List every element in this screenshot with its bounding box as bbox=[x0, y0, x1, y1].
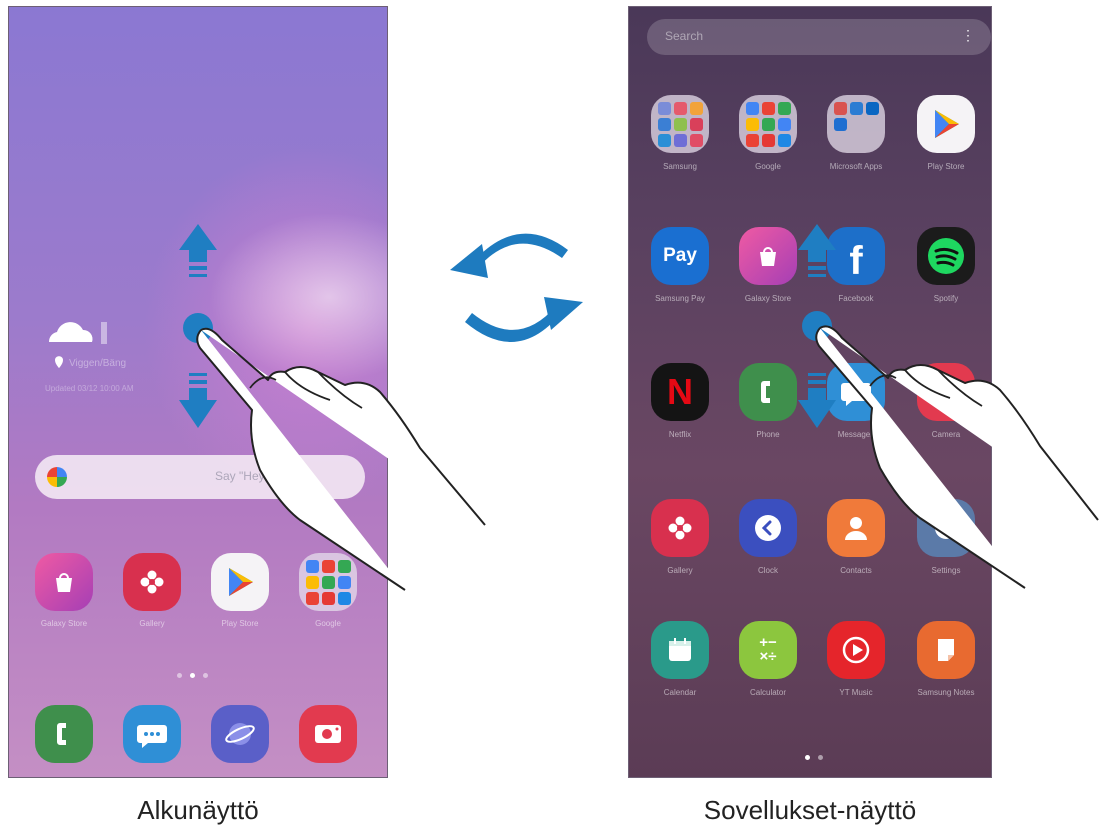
google-icon bbox=[47, 467, 67, 487]
microsoft-folder[interactable] bbox=[827, 95, 885, 153]
app-label: Galaxy Store bbox=[744, 294, 792, 303]
page-indicator bbox=[805, 755, 823, 760]
app-label: Google bbox=[315, 619, 341, 628]
apps-screen: Search ⋮ Samsung Google Microsoft Apps P… bbox=[628, 6, 992, 778]
app-label: Play Store bbox=[221, 619, 259, 628]
app-label: Phone bbox=[756, 430, 780, 439]
calculator-icon: +− ×÷ bbox=[759, 634, 777, 665]
app-label: Facebook bbox=[838, 294, 874, 303]
samsung-folder[interactable] bbox=[651, 95, 709, 153]
play-store-icon bbox=[229, 568, 253, 596]
internet-app[interactable] bbox=[211, 705, 269, 763]
app-label: Microsoft Apps bbox=[829, 162, 883, 171]
internet-icon bbox=[225, 723, 255, 745]
google-search-placeholder: Say "Hey Google" bbox=[215, 469, 311, 483]
app-label: Calculator bbox=[749, 688, 786, 697]
weather-updated: Updated 03/12 10:00 AM bbox=[45, 384, 134, 393]
play-store-app[interactable] bbox=[917, 95, 975, 153]
play-store-icon bbox=[935, 110, 959, 138]
galaxy-store-app[interactable] bbox=[739, 227, 797, 285]
home-screen: Viggen/Bäng Updated 03/12 10:00 AM Say "… bbox=[8, 6, 388, 778]
location-pin-icon bbox=[55, 356, 63, 368]
phone-icon bbox=[761, 381, 770, 403]
messages-app[interactable] bbox=[827, 363, 885, 421]
facebook-app[interactable]: f bbox=[827, 227, 885, 285]
camera-icon bbox=[315, 725, 341, 743]
app-label: Play Store bbox=[927, 162, 965, 171]
settings-app[interactable] bbox=[917, 499, 975, 557]
app-label: Gallery bbox=[139, 619, 165, 628]
galaxy-store-app[interactable] bbox=[35, 553, 93, 611]
search-placeholder: Search bbox=[665, 29, 704, 43]
galaxy-store-icon bbox=[56, 573, 72, 592]
clock-app[interactable] bbox=[739, 499, 797, 557]
google-folder[interactable] bbox=[739, 95, 797, 153]
calendar-app[interactable] bbox=[651, 621, 709, 679]
app-label: Gallery bbox=[667, 566, 693, 575]
camera-icon bbox=[933, 383, 959, 401]
switch-cycle-icon bbox=[450, 233, 583, 342]
app-label: Messages bbox=[837, 430, 875, 439]
google-search-bar[interactable]: Say "Hey Google" bbox=[35, 455, 365, 499]
camera-app[interactable] bbox=[299, 705, 357, 763]
settings-icon bbox=[935, 517, 957, 539]
phone-app[interactable] bbox=[739, 363, 797, 421]
phone-app[interactable] bbox=[35, 705, 93, 763]
calculator-app[interactable]: +− ×÷ bbox=[739, 621, 797, 679]
messages-icon bbox=[137, 725, 167, 748]
calendar-icon bbox=[669, 638, 691, 661]
weather-location: Viggen/Bäng bbox=[69, 358, 127, 369]
apps-search-bar[interactable]: Search ⋮ bbox=[647, 19, 991, 55]
samsung-pay-icon: Pay bbox=[663, 245, 697, 266]
app-label: Spotify bbox=[933, 294, 959, 303]
app-label: Samsung Notes bbox=[917, 688, 975, 697]
home-screen-caption: Alkunäyttö bbox=[137, 795, 259, 825]
netflix-icon: N bbox=[667, 371, 693, 412]
yt-music-app[interactable] bbox=[827, 621, 885, 679]
weather-widget[interactable]: Viggen/Bäng Updated 03/12 10:00 AM bbox=[41, 312, 151, 407]
app-label: Galaxy Store bbox=[40, 619, 88, 628]
gallery-app[interactable] bbox=[123, 553, 181, 611]
samsung-notes-icon bbox=[938, 639, 954, 661]
google-folder[interactable] bbox=[299, 553, 357, 611]
app-label: YT Music bbox=[839, 688, 873, 697]
app-label: Netflix bbox=[668, 430, 692, 439]
page-indicator bbox=[177, 673, 208, 678]
contacts-app[interactable] bbox=[827, 499, 885, 557]
galaxy-store-icon bbox=[760, 247, 776, 266]
facebook-icon: f bbox=[849, 238, 863, 283]
camera-app[interactable] bbox=[917, 363, 975, 421]
app-label: Google bbox=[755, 162, 781, 171]
clock-icon bbox=[755, 515, 781, 541]
app-label: Clock bbox=[757, 566, 778, 575]
app-label: Calendar bbox=[663, 688, 697, 697]
gallery-icon bbox=[140, 570, 164, 594]
samsung-pay-app[interactable]: Pay bbox=[651, 227, 709, 285]
spotify-app[interactable] bbox=[917, 227, 975, 285]
netflix-app[interactable]: N bbox=[651, 363, 709, 421]
app-label: Camera bbox=[931, 430, 961, 439]
yt-music-icon bbox=[842, 636, 870, 664]
app-label: Contacts bbox=[840, 566, 872, 575]
spotify-icon bbox=[928, 238, 964, 274]
gallery-icon bbox=[668, 516, 692, 540]
apps-screen-caption: Sovellukset-näyttö bbox=[703, 795, 917, 825]
contacts-icon bbox=[845, 517, 867, 540]
app-label: Settings bbox=[931, 566, 961, 575]
messages-app[interactable] bbox=[123, 705, 181, 763]
app-label: Samsung bbox=[663, 162, 697, 171]
phone-icon bbox=[57, 723, 66, 745]
messages-icon bbox=[841, 383, 871, 406]
samsung-notes-app[interactable] bbox=[917, 621, 975, 679]
gallery-app[interactable] bbox=[651, 499, 709, 557]
more-options-icon[interactable]: ⋮ bbox=[961, 27, 975, 44]
play-store-app[interactable] bbox=[211, 553, 269, 611]
app-label: Samsung Pay bbox=[655, 294, 705, 303]
